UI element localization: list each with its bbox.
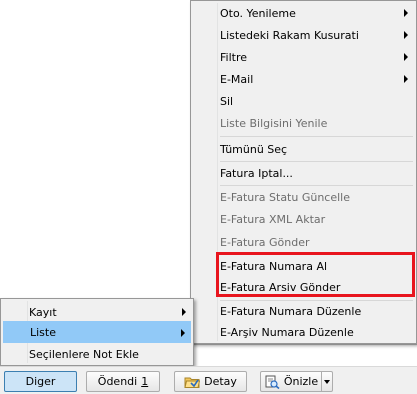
- menu-item-label: E-Fatura XML Aktar: [220, 212, 326, 226]
- menu-item-filtre[interactable]: Filtre: [194, 46, 413, 68]
- menu-item-label: Oto. Yenileme: [220, 6, 296, 20]
- menu-item-fatura-iptal[interactable]: Fatura Iptal...: [194, 162, 413, 184]
- odendi-button-label: Ödendi: [97, 375, 138, 388]
- diger-popup-menu: Kayıt Liste Seçilenlere Not Ekle: [0, 298, 194, 366]
- menu-item-label: Filtre: [220, 50, 248, 64]
- onizle-dropdown-button[interactable]: [321, 371, 333, 392]
- diger-button-label: Diger: [25, 375, 56, 388]
- menu-item-label: E-Fatura Arsiv Gönder: [220, 280, 341, 294]
- menu-item-tumunu-sec[interactable]: Tümünü Seç: [194, 138, 413, 160]
- menu-item-label: Kayıt: [29, 305, 57, 319]
- submenu-arrow-icon: [404, 31, 408, 39]
- submenu-arrow-icon: [404, 75, 408, 83]
- menu-item-label: Fatura Iptal...: [220, 166, 293, 180]
- diger-button[interactable]: Diger: [4, 371, 77, 392]
- menu-item-oto-yenileme[interactable]: Oto. Yenileme: [194, 2, 413, 24]
- onizle-button[interactable]: Önizle: [260, 371, 322, 392]
- menu-item-liste[interactable]: Liste: [3, 321, 191, 343]
- menu-item-label: E-Mail: [220, 72, 254, 86]
- submenu-arrow-icon: [404, 53, 408, 61]
- menu-item-e-fatura-xml-aktar[interactable]: E-Fatura XML Aktar: [194, 208, 413, 230]
- menu-item-label: Tümünü Seç: [220, 142, 288, 156]
- menu-item-label: E-Arşiv Numara Düzenle: [220, 325, 354, 339]
- menu-item-liste-bilgisini-yenile[interactable]: Liste Bilgisini Yenile: [194, 112, 413, 134]
- menu-separator: [220, 136, 413, 137]
- liste-submenu: Oto. Yenileme Listedeki Rakam Kusurati F…: [190, 0, 417, 344]
- menu-item-label: E-Fatura Numara Düzenle: [220, 304, 362, 318]
- menu-item-e-fatura-numara-al[interactable]: E-Fatura Numara Al: [194, 255, 413, 277]
- odendi-button-number: 1: [141, 375, 149, 388]
- app-divider: [191, 344, 417, 345]
- menu-item-e-fatura-numara-duzenle[interactable]: E-Fatura Numara Düzenle: [194, 300, 413, 322]
- menu-item-e-fatura-statu-guncelle[interactable]: E-Fatura Statu Güncelle: [194, 186, 413, 208]
- submenu-arrow-icon: [182, 308, 186, 316]
- onizle-button-label: Önizle: [283, 375, 319, 388]
- menu-item-label: Listedeki Rakam Kusurati: [220, 28, 359, 42]
- odendi-button[interactable]: Ödendi 1: [86, 371, 160, 392]
- menu-item-label: Seçilenlere Not Ekle: [29, 347, 139, 361]
- chevron-down-icon: [324, 379, 330, 384]
- menu-item-label: Liste Bilgisini Yenile: [220, 116, 328, 130]
- menu-item-e-arsiv-numara-duzenle[interactable]: E-Arşiv Numara Düzenle: [194, 321, 413, 343]
- menu-item-kayit[interactable]: Kayıt: [3, 301, 191, 323]
- menu-item-listedeki-rakam[interactable]: Listedeki Rakam Kusurati: [194, 24, 413, 46]
- menu-item-label: Liste: [30, 325, 56, 339]
- detay-button[interactable]: Detay: [174, 371, 247, 392]
- menu-item-e-fatura-gonder[interactable]: E-Fatura Gönder: [194, 231, 413, 253]
- menu-item-sil[interactable]: Sil: [194, 90, 413, 112]
- menu-item-label: E-Fatura Numara Al: [220, 259, 328, 273]
- detay-button-label: Detay: [204, 375, 237, 388]
- print-preview-icon: [264, 375, 280, 389]
- folder-icon: [184, 375, 201, 389]
- bottom-toolbar: Diger Ödendi 1 Detay Önizle: [0, 366, 417, 394]
- menu-item-secilenlere-not-ekle[interactable]: Seçilenlere Not Ekle: [3, 343, 191, 365]
- menu-item-e-mail[interactable]: E-Mail: [194, 68, 413, 90]
- submenu-arrow-icon: [181, 329, 185, 337]
- menu-item-label: Sil: [220, 94, 234, 108]
- submenu-arrow-icon: [404, 9, 408, 17]
- menu-item-label: E-Fatura Statu Güncelle: [220, 190, 351, 204]
- menu-item-e-fatura-arsiv-gonder[interactable]: E-Fatura Arsiv Gönder: [194, 276, 413, 298]
- menu-item-label: E-Fatura Gönder: [220, 235, 310, 249]
